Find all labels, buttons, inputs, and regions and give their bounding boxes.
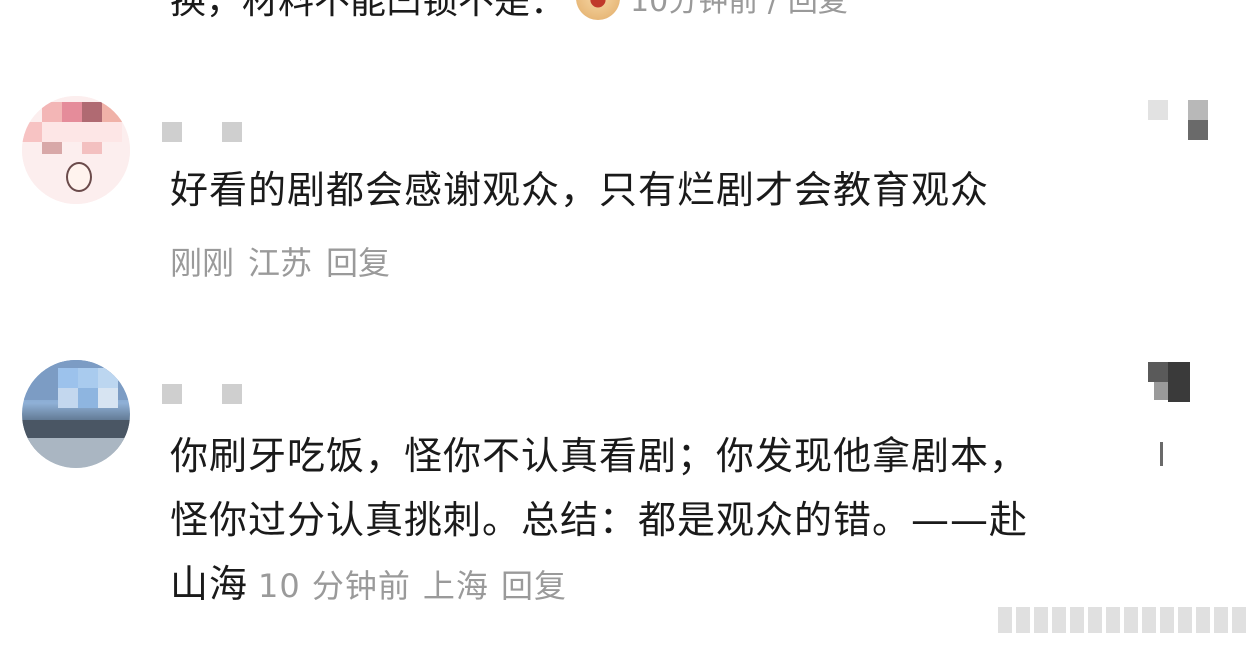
username-pixel [162,122,182,142]
reply-button[interactable]: 回复 [501,567,567,605]
partial-comment: 换，材料不能凹锁不是： ● 10分钟前 / 回复 [170,0,848,22]
reply-button[interactable]: 回复 [326,238,390,284]
partial-reply-button[interactable]: 回复 [788,0,848,20]
comment-text: 你刷牙吃饭，怪你不认真看剧；你发现他拿剧本， 怪你过分认真挑刺。总结：都是观众的… [170,424,1028,618]
like-button[interactable] [1148,362,1210,474]
comment-line: 山海 [170,562,249,606]
comment-list: 换，材料不能凹锁不是： ● 10分钟前 / 回复 [0,0,1260,647]
avatar[interactable] [22,360,130,468]
comment-time: 刚刚 [170,244,235,282]
comment-meta: 刚刚 江苏 回复 [170,238,390,284]
comment-last-line: 山海 10 分钟前 上海 回复 [170,552,1028,618]
emoji-icon: ● [576,0,621,20]
comment-location: 上海 [422,567,489,605]
comment-location: 江苏 [248,244,313,282]
comment-time: 10 分钟前 [258,567,411,605]
comment-line: 怪你过分认真挑刺。总结：都是观众的错。——赴 [170,498,1029,542]
partial-comment-time: 10分钟前 / [630,0,778,19]
like-button[interactable] [1148,100,1210,142]
comment-text: 好看的剧都会感谢观众，只有烂剧才会教育观众 [170,158,989,222]
username-pixel [162,384,182,404]
comment-line: 你刷牙吃饭，怪你不认真看剧；你发现他拿剧本， [170,434,1029,478]
partial-comment-text: 换，材料不能凹锁不是： [170,0,567,22]
avatar[interactable] [22,96,130,204]
username-pixel [222,384,242,404]
username-pixel [222,122,242,142]
comment-meta: 10 分钟前 上海 回复 [258,567,579,605]
watermark [998,607,1246,633]
username-blurred[interactable] [162,384,242,404]
comment-line: 好看的剧都会感谢观众，只有烂剧才会教育观众 [170,168,990,212]
username-blurred[interactable] [162,122,242,142]
